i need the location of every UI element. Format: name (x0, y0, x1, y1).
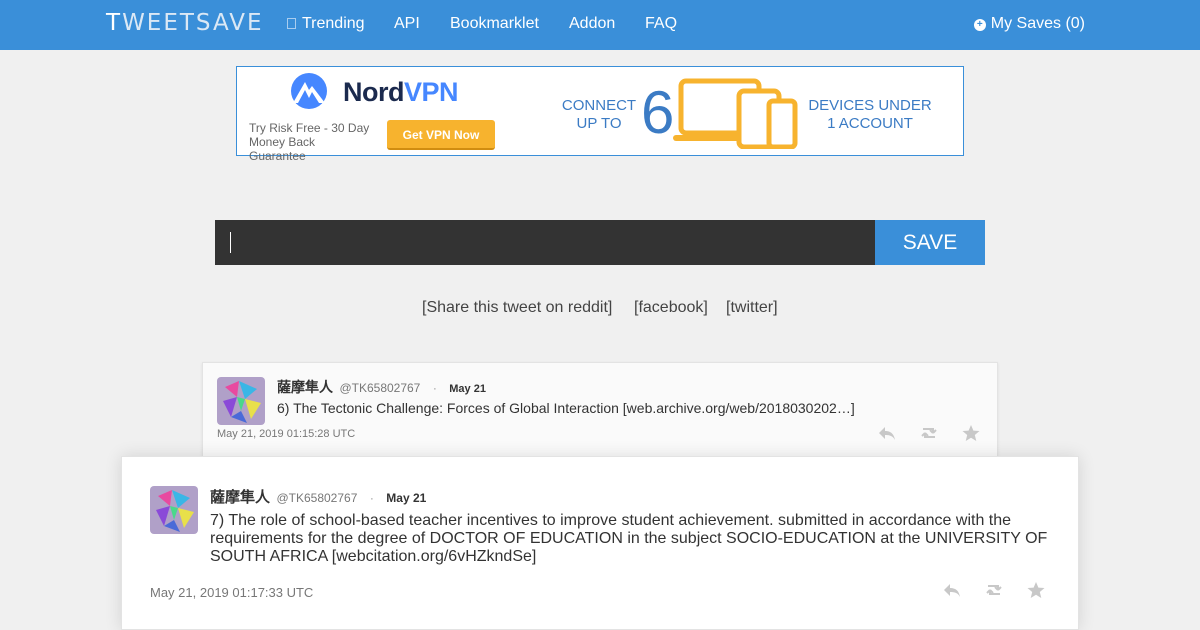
share-facebook-link[interactable]: [facebook] (634, 299, 708, 317)
author-handle[interactable]: @TK65802767 (276, 491, 357, 505)
my-saves-link[interactable]: + My Saves (0) (973, 15, 1085, 33)
tweet-date[interactable]: May 21 (386, 491, 426, 505)
nav-api[interactable]: API (394, 15, 420, 33)
reply-icon[interactable] (877, 423, 897, 443)
tweet-text: 6) The Tectonic Challenge: Forces of Glo… (277, 400, 855, 416)
saved-timestamp: May 21, 2019 01:17:33 UTC (150, 585, 314, 600)
nav-trending-label: Trending (302, 15, 365, 32)
my-saves-label: My Saves (0) (990, 15, 1085, 32)
share-twitter-link[interactable]: [twitter] (726, 299, 778, 317)
brand-rest: WEETSAVE (122, 10, 264, 36)
trending-icon (287, 18, 296, 29)
plus-circle-icon: + (973, 19, 986, 31)
text-cursor (230, 232, 231, 253)
nordvpn-mountain-logo (291, 73, 327, 109)
tweet-card: 薩摩隼人 @TK65802767 · May 21 7) The role of… (121, 456, 1079, 630)
devices-icon (673, 78, 798, 149)
separator-dot: · (369, 491, 374, 505)
nordvpn-ad-banner[interactable]: NordVPN Try Risk Free - 30 Day Money Bac… (236, 66, 964, 163)
share-reddit-link[interactable]: [Share this tweet on reddit] (422, 299, 612, 317)
tweet-actions (877, 423, 981, 443)
save-button[interactable]: SAVE (875, 220, 985, 265)
favorite-star-icon[interactable] (961, 423, 981, 443)
nav-addon[interactable]: Addon (569, 15, 615, 33)
ad-get-vpn-button[interactable]: Get VPN Now (387, 120, 495, 150)
brand-first-letter: T (106, 10, 123, 36)
author-name[interactable]: 薩摩隼人 (277, 379, 333, 395)
ad-devices-text: DEVICES UNDER 1 ACCOUNT (808, 97, 932, 132)
avatar[interactable] (217, 377, 265, 425)
tweet-card: 薩摩隼人 @TK65802767 · May 21 6) The Tectoni… (202, 362, 998, 460)
saved-timestamp: May 21, 2019 01:15:28 UTC (217, 428, 356, 440)
avatar[interactable] (150, 486, 198, 534)
ad-guarantee-text: Try Risk Free - 30 Day Money Back Guaran… (249, 121, 370, 163)
ad-brand-name: NordVPN (343, 77, 459, 108)
tweet-date[interactable]: May 21 (449, 383, 486, 395)
ad-brand-vpn: VPN (404, 77, 459, 107)
author-name[interactable]: 薩摩隼人 (210, 489, 270, 506)
author-handle[interactable]: @TK65802767 (339, 381, 420, 395)
reply-icon[interactable] (942, 580, 962, 600)
retweet-icon[interactable] (919, 423, 939, 443)
top-navbar: TWEETSAVE Trending API Bookmarklet Addon… (0, 0, 1200, 50)
tweet-url-input[interactable] (215, 220, 875, 265)
retweet-icon[interactable] (984, 580, 1004, 600)
favorite-star-icon[interactable] (1026, 580, 1046, 600)
nav-bookmarklet[interactable]: Bookmarklet (450, 15, 539, 33)
nav-trending[interactable]: Trending (287, 15, 365, 33)
ad-brand-nord: Nord (343, 77, 405, 107)
tweet-text: 7) The role of school-based teacher ince… (210, 512, 1048, 565)
tweet-actions (942, 580, 1046, 600)
tweet-header: 薩摩隼人 @TK65802767 · May 21 (277, 377, 486, 397)
nav-faq[interactable]: FAQ (645, 15, 677, 33)
brand-logo[interactable]: TWEETSAVE (106, 10, 263, 36)
ad-connect-text: CONNECT UP TO (561, 97, 637, 132)
separator-dot: · (432, 381, 437, 395)
tweet-header: 薩摩隼人 @TK65802767 · May 21 (210, 486, 426, 507)
